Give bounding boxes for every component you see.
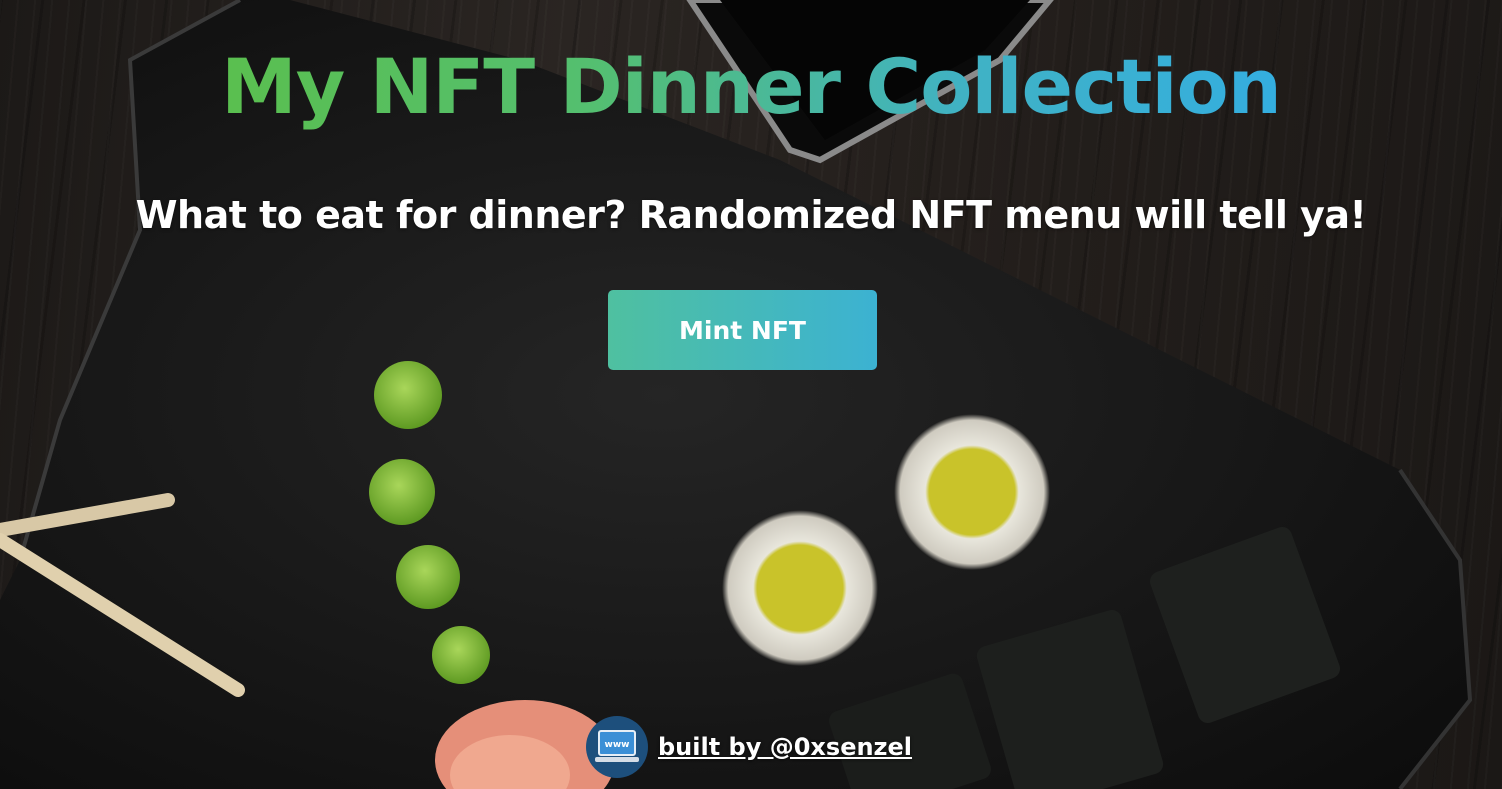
page-title: My NFT Dinner Collection (221, 42, 1282, 131)
svg-text:www: www (605, 740, 630, 750)
hero-section: My NFT Dinner Collection What to eat for… (0, 0, 1502, 789)
footer-credit: www built by @0xsenzel (586, 716, 912, 778)
author-link[interactable]: built by @0xsenzel (658, 733, 912, 761)
page-subtitle: What to eat for dinner? Randomized NFT m… (135, 193, 1367, 237)
website-icon: www (586, 716, 648, 778)
mint-nft-button[interactable]: Mint NFT (608, 290, 877, 370)
page: My NFT Dinner Collection What to eat for… (0, 0, 1502, 789)
